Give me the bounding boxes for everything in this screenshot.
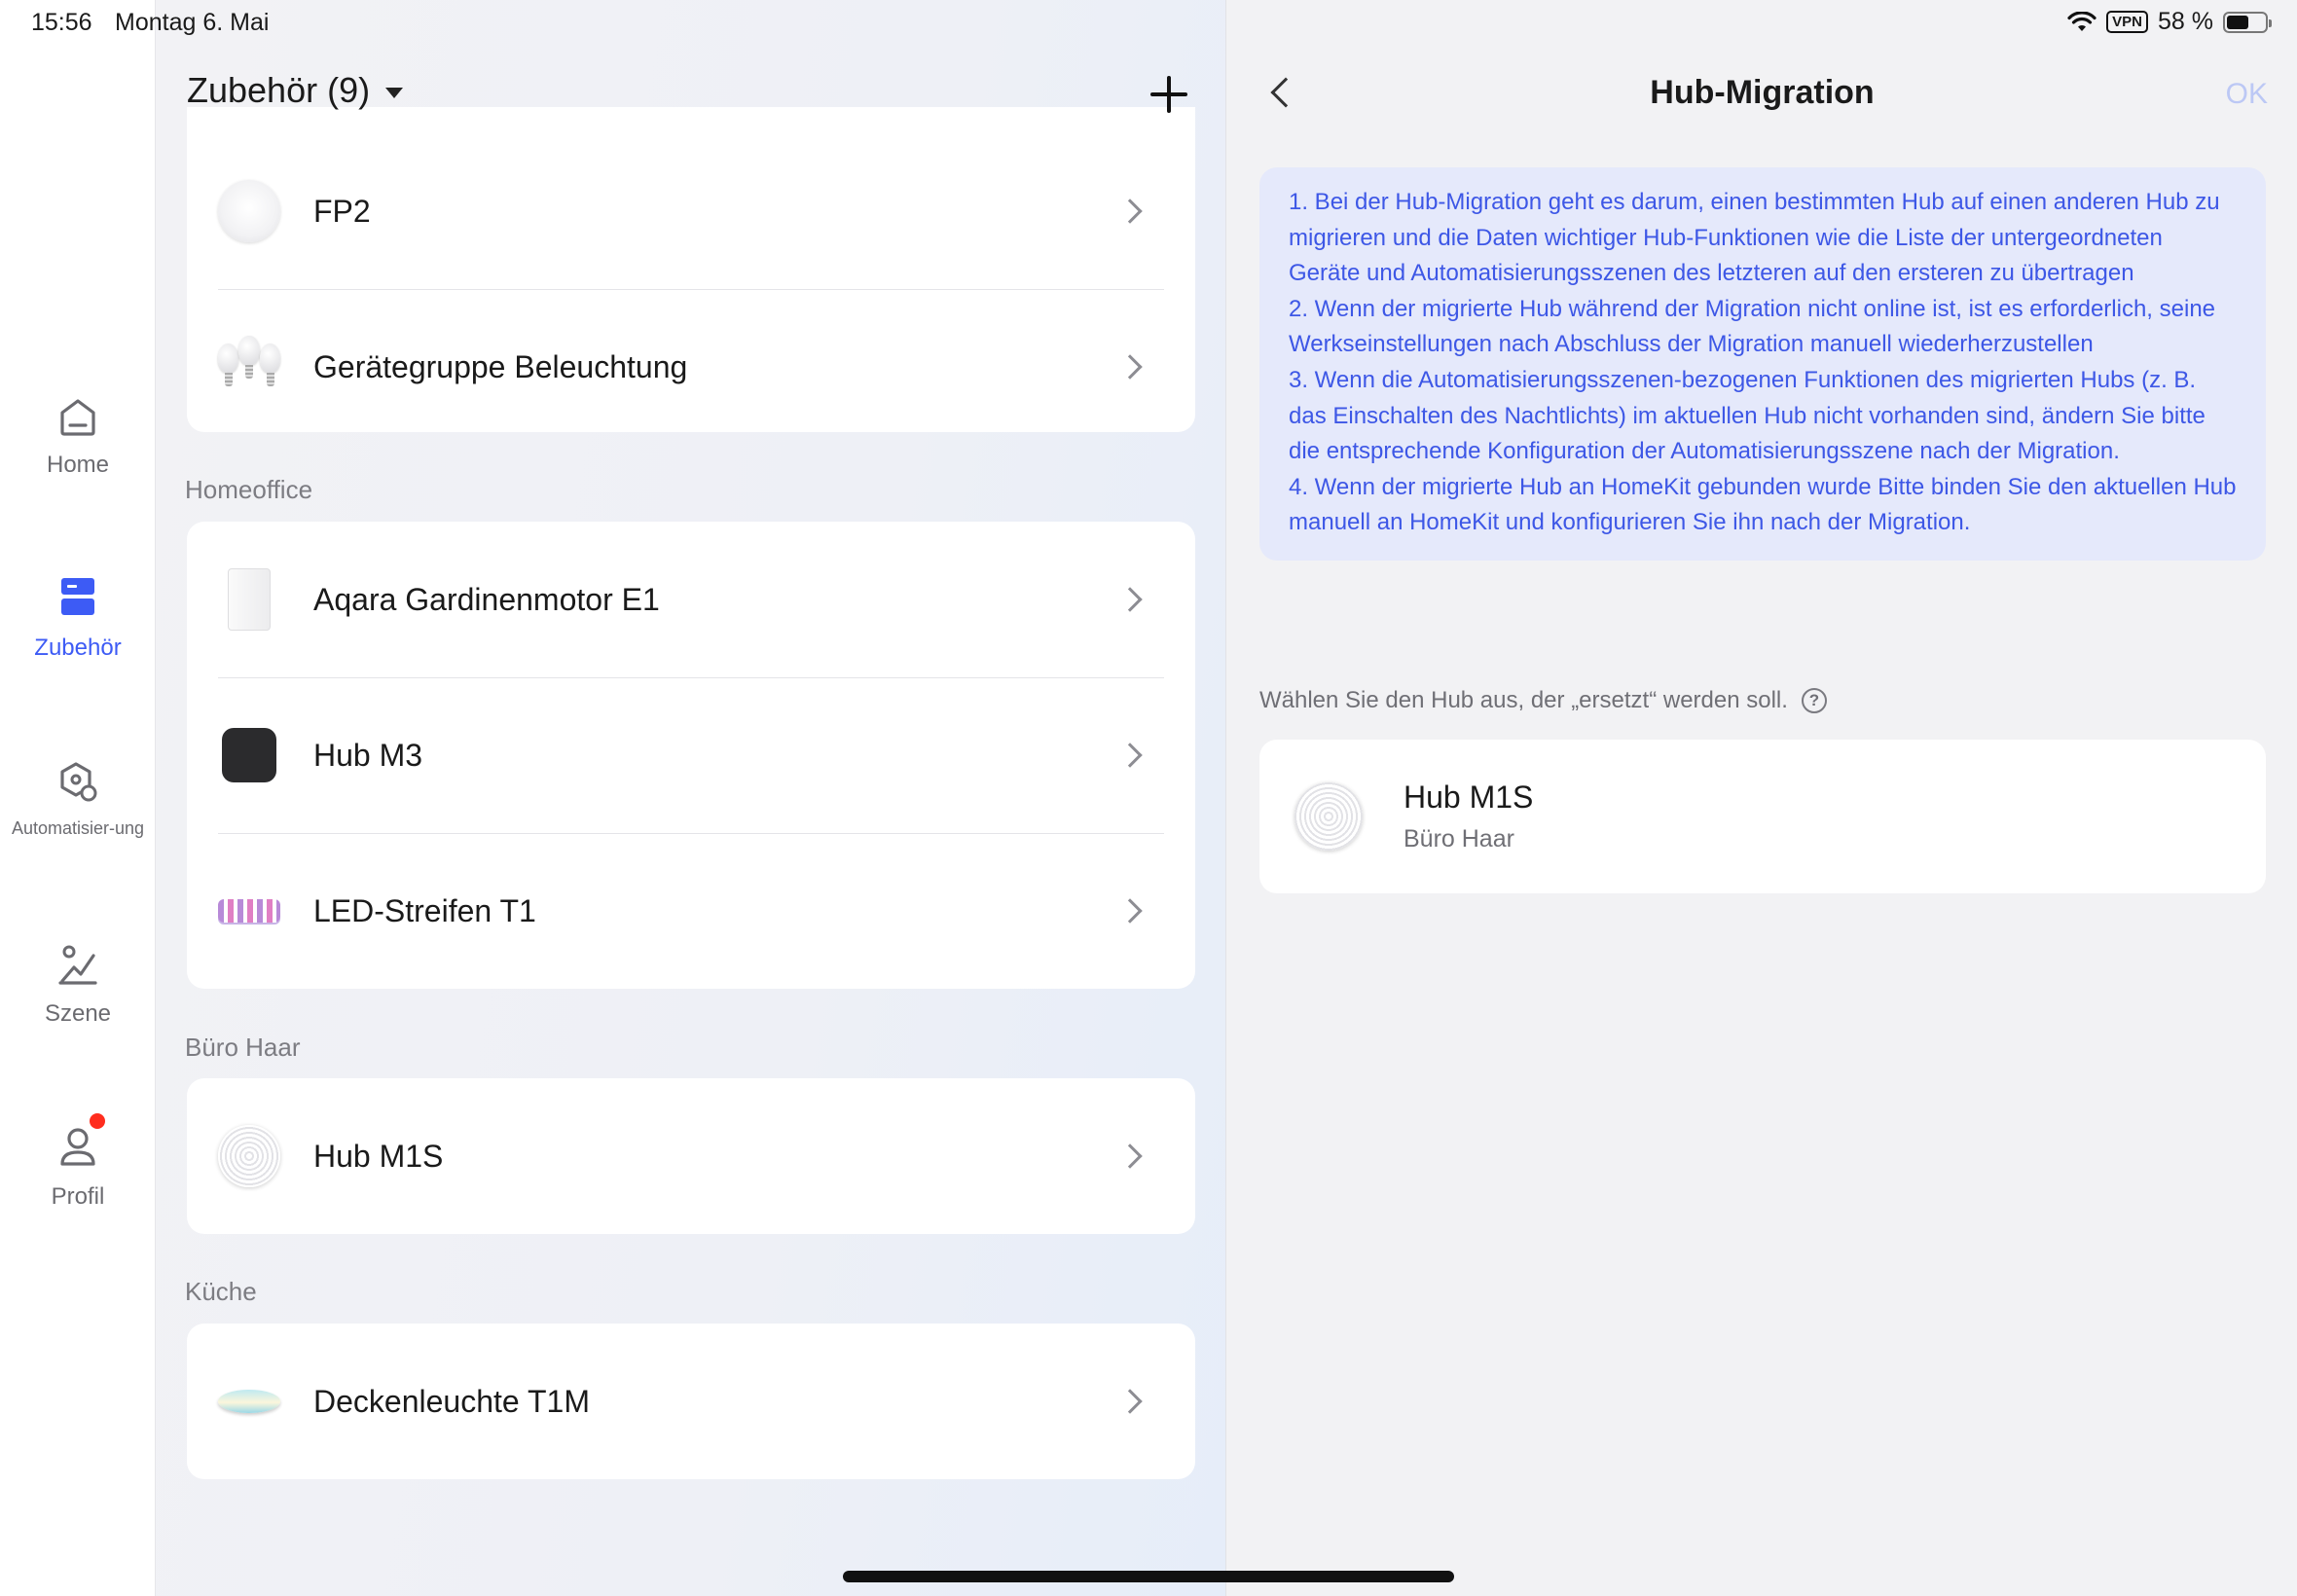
hub-option-card[interactable]: Hub M1S Büro Haar: [1259, 740, 2266, 893]
sidebar-item-label: Zubehör: [34, 635, 122, 661]
device-name: FP2: [313, 193, 371, 229]
sidebar-item-label: Profil: [51, 1183, 105, 1210]
chevron-right-icon: [1117, 743, 1143, 768]
caret-down-icon: [385, 87, 404, 98]
device-name: Deckenleuchte T1M: [313, 1383, 590, 1419]
hub-m1s-icon: [218, 1125, 280, 1187]
sidebar-item-label: Automatisier-ung: [11, 818, 145, 838]
chevron-right-icon: [1117, 1389, 1143, 1414]
hub-migration-panel: Hub-Migration OK 1. Bei der Hub-Migratio…: [1225, 0, 2297, 1596]
device-card: Hub M1S: [187, 1078, 1195, 1234]
room-header: Küche: [185, 1277, 257, 1306]
device-card: FP2 Gerätegruppe Beleuchtung: [187, 107, 1195, 432]
chevron-right-icon: [1117, 1143, 1143, 1169]
device-name: Aqara Gardinenmotor E1: [313, 581, 660, 617]
sidebar-item-label: Szene: [44, 1000, 112, 1027]
accessory-filter-dropdown[interactable]: Zubehör (9): [187, 70, 404, 111]
list-item[interactable]: Gerätegruppe Beleuchtung: [187, 289, 1195, 445]
battery-percent: 58 %: [2158, 8, 2213, 35]
hub-room: Büro Haar: [1404, 825, 1514, 852]
panel-title: Hub-Migration: [1650, 74, 1875, 111]
curtain-motor-icon: [228, 568, 271, 631]
info-paragraph: 1. Bei der Hub-Migration geht es darum, …: [1289, 189, 2220, 287]
migration-info-box: 1. Bei der Hub-Migration geht es darum, …: [1259, 167, 2266, 561]
device-name: Gerätegruppe Beleuchtung: [313, 348, 688, 384]
battery-icon: [2223, 11, 2272, 33]
vpn-badge: VPN: [2106, 11, 2149, 33]
notification-badge: [90, 1113, 105, 1129]
list-item[interactable]: LED-Streifen T1: [187, 833, 1195, 989]
sidebar-item-automation[interactable]: Automatisier-ung: [0, 754, 156, 839]
hub-m1s-icon: [1294, 782, 1363, 851]
chevron-right-icon: [1117, 199, 1143, 224]
status-bar: 15:56 Montag 6. Mai VPN 58 %: [0, 0, 2297, 47]
list-item[interactable]: Hub M1S: [187, 1078, 1195, 1234]
sidebar-item-label: Home: [46, 452, 110, 478]
info-paragraph: 4. Wenn der migrierte Hub an HomeKit geb…: [1289, 473, 2237, 536]
add-accessory-button[interactable]: [1148, 74, 1189, 115]
battery-level: [2227, 15, 2249, 29]
sidebar: Home Zubehör Automatisier-ung Szene Prof…: [0, 0, 156, 1596]
hub-name: Hub M1S: [1404, 780, 1534, 815]
accessories-icon: [61, 578, 94, 615]
ceiling-light-icon: [218, 1390, 280, 1413]
device-name: Hub M3: [313, 737, 423, 773]
list-item[interactable]: Deckenleuchte T1M: [187, 1324, 1195, 1479]
status-time: 15:56: [31, 9, 92, 36]
sidebar-item-scene[interactable]: Szene: [0, 936, 156, 1028]
device-name: LED-Streifen T1: [313, 892, 536, 928]
accessory-list-pane: FP2 Gerätegruppe Beleuchtung Homeoffice …: [156, 0, 1225, 1596]
chevron-right-icon: [1117, 898, 1143, 924]
led-strip-icon: [218, 899, 280, 923]
device-card: Aqara Gardinenmotor E1 Hub M3 LED-Streif…: [187, 522, 1195, 989]
hub-m3-icon: [222, 728, 276, 782]
sidebar-item-home[interactable]: Home: [0, 387, 156, 479]
chevron-right-icon: [1117, 587, 1143, 612]
chevron-right-icon: [1117, 354, 1143, 380]
list-item[interactable]: FP2: [187, 107, 1195, 289]
scene-icon: [58, 945, 97, 985]
hub-select-text: Wählen Sie den Hub aus, der „ersetzt“ we…: [1259, 687, 1788, 713]
device-card: Deckenleuchte T1M: [187, 1324, 1195, 1479]
sidebar-item-accessories[interactable]: Zubehör: [0, 570, 156, 662]
ok-button[interactable]: OK: [2226, 78, 2268, 111]
status-date: Montag 6. Mai: [115, 9, 270, 36]
hub-select-label: Wählen Sie den Hub aus, der „ersetzt“ we…: [1259, 687, 1827, 714]
wifi-icon: [2067, 11, 2096, 31]
hub-option-text: Hub M1S Büro Haar: [1404, 780, 1533, 853]
help-icon[interactable]: ?: [1801, 688, 1827, 713]
home-indicator[interactable]: [843, 1571, 1454, 1582]
light-bulbs-icon: [218, 336, 280, 398]
status-indicators: VPN 58 %: [2067, 8, 2272, 36]
room-header: Homeoffice: [185, 475, 313, 504]
device-name: Hub M1S: [313, 1138, 444, 1174]
page-title: Zubehör (9): [187, 70, 371, 110]
automation-icon: [60, 762, 97, 802]
sidebar-item-profile[interactable]: Profil: [0, 1113, 156, 1211]
info-paragraph: 2. Wenn der migrierte Hub während der Mi…: [1289, 295, 2216, 358]
info-paragraph: 3. Wenn die Automatisierungsszenen-bezog…: [1289, 366, 2206, 465]
room-header: Büro Haar: [185, 1033, 301, 1062]
fp2-sensor-icon: [218, 180, 280, 242]
list-item[interactable]: Hub M3: [187, 677, 1195, 833]
list-item[interactable]: Aqara Gardinenmotor E1: [187, 522, 1195, 677]
home-icon: [60, 399, 95, 436]
